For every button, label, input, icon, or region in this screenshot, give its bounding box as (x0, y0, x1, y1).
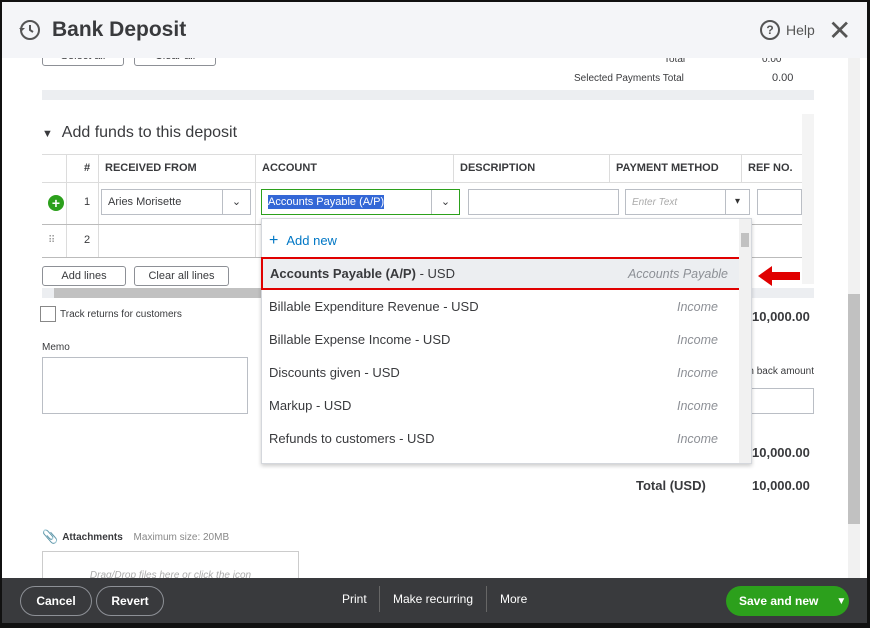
section-title: Add funds to this deposit (61, 124, 238, 141)
clear-all-lines-button[interactable]: Clear all lines (134, 266, 229, 286)
cancel-button[interactable]: Cancel (20, 586, 92, 616)
track-returns-checkbox[interactable]: Track returns for customers (40, 306, 182, 322)
red-arrow-icon (758, 266, 800, 286)
drag-handle-icon[interactable]: ⠿ (48, 235, 55, 246)
print-link[interactable]: Print (342, 592, 367, 606)
col-payment-method: PAYMENT METHOD (616, 162, 719, 174)
received-from-input[interactable]: Aries Morisette ⌄ (101, 189, 251, 215)
selected-payments-value: 0.00 (772, 72, 794, 84)
save-and-new-button[interactable]: Save and new ▼ (726, 586, 849, 616)
account-input[interactable]: Accounts Payable (A/P) ⌄ (261, 189, 460, 215)
revert-button[interactable]: Revert (96, 586, 164, 616)
cash-back-input[interactable] (742, 388, 814, 414)
col-received-from: RECEIVED FROM (105, 162, 197, 174)
header: Bank Deposit ? Help ✕ (2, 2, 867, 58)
bank-deposit-window: Bank Deposit ?Help ✕ Select all Clear al… (0, 0, 870, 628)
page-title: Bank Deposit (52, 18, 187, 41)
section-header[interactable]: ▼ Add funds to this deposit (42, 124, 237, 142)
memo-label: Memo (42, 342, 70, 353)
paperclip-icon[interactable]: 📎 (42, 529, 58, 545)
row-number: 1 (84, 196, 91, 208)
chevron-down-icon[interactable]: ⌄ (222, 190, 250, 214)
more-link[interactable]: More (500, 592, 527, 606)
dropdown-option[interactable]: Accounts Payable (A/P) - USD Accounts Pay… (261, 257, 750, 290)
account-dropdown: + Add new Accounts Payable (A/P) - USD Acc… (261, 218, 752, 464)
table-vertical-scrollbar[interactable] (802, 114, 814, 284)
dropdown-option[interactable]: Discounts given - USD Income (262, 356, 738, 389)
help-button[interactable]: ? Help (760, 20, 815, 40)
cash-back-total: 10,000.00 (752, 445, 810, 460)
selected-payments-label: Selected Payments Total (574, 73, 684, 84)
close-icon[interactable]: ✕ (828, 14, 851, 47)
dropdown-option[interactable]: Billable Expense Income - USD Income (262, 323, 738, 356)
payments-horizontal-scrollbar[interactable] (42, 90, 814, 100)
collapse-icon: ▼ (42, 128, 53, 140)
make-recurring-link[interactable]: Make recurring (393, 592, 473, 606)
chevron-down-icon[interactable]: ⌄ (431, 190, 459, 214)
memo-textarea[interactable] (42, 357, 248, 414)
ref-no-input[interactable] (757, 189, 802, 215)
subtotal-value: 10,000.00 (752, 309, 810, 324)
description-input[interactable] (468, 189, 619, 215)
dropdown-option[interactable]: Billable Expenditure Revenue - USD Income (262, 290, 738, 323)
col-ref-no: REF NO. (748, 162, 793, 174)
dropdown-scrollbar[interactable] (739, 219, 751, 463)
add-lines-button[interactable]: Add lines (42, 266, 126, 286)
help-label: Help (786, 22, 815, 38)
caret-down-icon[interactable]: ▾ (725, 190, 749, 214)
add-new-option[interactable]: + Add new (262, 224, 738, 257)
col-description: DESCRIPTION (460, 162, 536, 174)
history-icon (19, 20, 40, 40)
caret-down-icon[interactable]: ▼ (836, 596, 846, 607)
add-row-icon[interactable]: + (48, 195, 64, 211)
total-value: 10,000.00 (752, 478, 810, 493)
page-vertical-scrollbar[interactable] (848, 58, 860, 578)
dropdown-option[interactable]: Refunds to customers - USD Income (262, 422, 738, 455)
col-number: # (84, 162, 91, 174)
col-account: ACCOUNT (262, 162, 317, 174)
plus-icon: + (269, 231, 279, 249)
total-label: Total (USD) (636, 478, 706, 493)
attachments-header: 📎 Attachments Maximum size: 20MB (42, 529, 230, 545)
footer-bar: Cancel Revert Print Make recurring More … (2, 578, 867, 623)
help-icon: ? (760, 20, 780, 40)
dropdown-option[interactable]: Markup - USD Income (262, 389, 738, 422)
payment-method-input[interactable]: Enter Text ▾ (625, 189, 750, 215)
row-number: 2 (84, 234, 91, 246)
